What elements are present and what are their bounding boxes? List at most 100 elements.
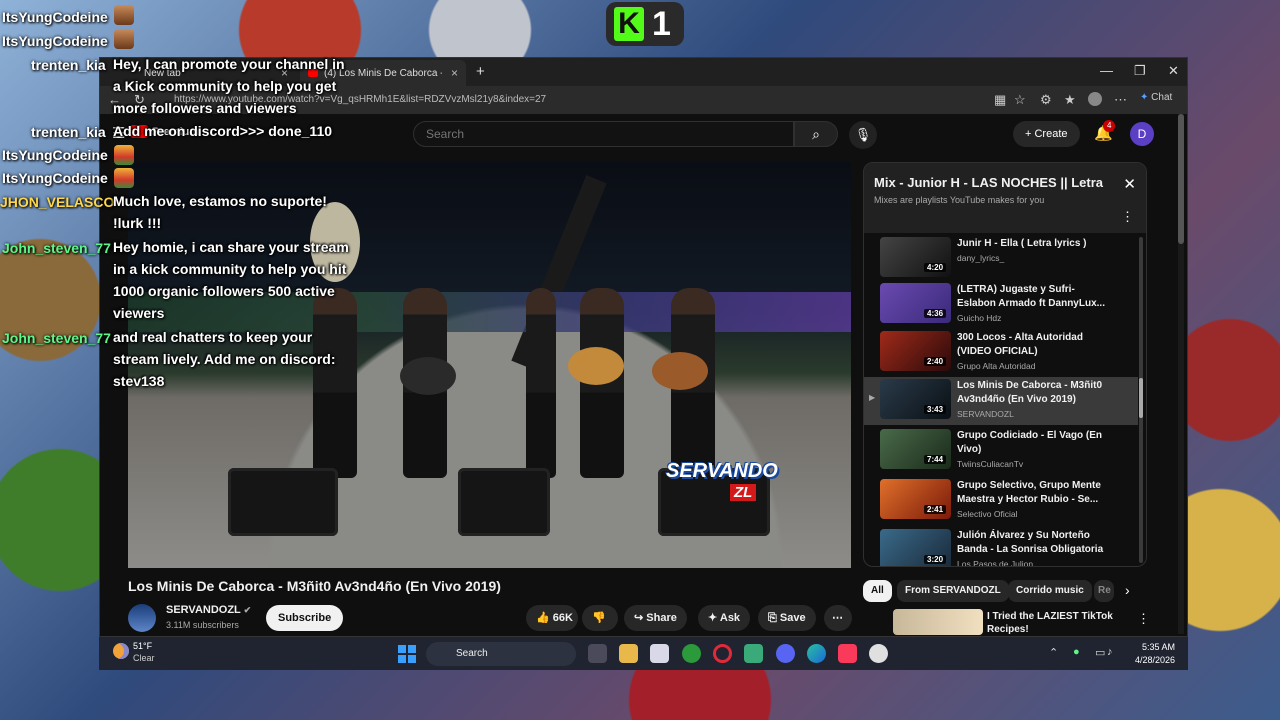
playlist-item[interactable]: 2:41 Grupo Selectivo, Grupo Mente Maestr… [864, 477, 1138, 525]
volume-icon[interactable]: ♪ [1107, 646, 1113, 658]
guitar-shape [568, 347, 624, 385]
music-icon[interactable] [838, 644, 857, 663]
extension-icon[interactable]: ⚙ [1040, 92, 1052, 108]
voice-search-button[interactable]: 🎙 [849, 121, 877, 149]
guitar-shape [400, 357, 456, 395]
playlist-item[interactable]: 3:20 Julión Álvarez y Su Norteño Banda -… [864, 527, 1138, 567]
obs-icon[interactable] [869, 644, 888, 663]
more-actions-button[interactable]: ⋯ [824, 605, 852, 631]
playlist-item[interactable]: 4:36 (LETRA) Jugaste y Sufri- Eslabon Ar… [864, 281, 1138, 329]
more-vertical-icon[interactable]: ⋮ [1137, 611, 1150, 627]
microphone-icon: 🎙 [854, 127, 872, 142]
item-channel: dany_lyrics_ [957, 253, 1005, 263]
duration-badge: 2:41 [924, 505, 947, 514]
more-horizontal-icon: ⋯ [832, 612, 843, 624]
more-icon[interactable]: ⋯ [1114, 92, 1127, 108]
account-avatar[interactable]: D [1130, 122, 1154, 146]
close-icon[interactable]: × [451, 66, 458, 80]
playlist-item[interactable]: 2:40 300 Locos - Alta Autoridad (VIDEO O… [864, 329, 1138, 377]
discord-icon[interactable] [776, 644, 795, 663]
playlist-header: Mix - Junior H - LAS NOCHES || Letra Mix… [864, 163, 1146, 233]
chat-message: a Kick community to help you get [113, 78, 337, 94]
share-button[interactable]: ↪ Share [624, 605, 687, 631]
clock-time[interactable]: 5:35 AM [1125, 642, 1175, 652]
subscribe-button[interactable]: Subscribe [266, 605, 344, 631]
search-box[interactable] [413, 121, 794, 147]
playlist-item-current[interactable]: ▶ 3:43 Los Minis De Caborca - M3ñit0 Av3… [864, 377, 1138, 425]
item-title: Grupo Codiciado - El Vago (En Vivo) [957, 430, 1103, 455]
windows-taskbar: 51°F Clear ⌕ Search ⌃ ● ▭ ♪ 5:35 AM 4/28… [99, 637, 1188, 670]
now-playing-icon: ▶ [869, 393, 876, 402]
like-count: 66K [552, 612, 573, 624]
viewer-count: 1 [652, 4, 671, 43]
edge-icon[interactable] [807, 644, 826, 663]
share-icon: ↪ [634, 612, 644, 624]
chat-username: ItsYungCodeine [2, 170, 108, 186]
chip-truncated[interactable]: Re [1094, 580, 1114, 602]
chat-message: stev138 [113, 373, 165, 389]
item-channel: Guicho Hdz [957, 313, 1002, 323]
taskbar-search[interactable]: Search [426, 642, 576, 666]
dislike-button[interactable]: 👎 [582, 605, 618, 631]
ask-button[interactable]: ✦ Ask [698, 605, 751, 631]
opera-icon[interactable] [713, 644, 732, 663]
playlist-title[interactable]: Mix - Junior H - LAS NOCHES || Letra [874, 175, 1103, 190]
chip-all[interactable]: All [863, 580, 892, 602]
task-view-icon[interactable] [588, 644, 607, 663]
chat-emote-icon [114, 168, 134, 188]
kick-logo-icon: K [614, 7, 644, 41]
maximize-icon[interactable]: ❐ [1134, 63, 1146, 79]
chat-label: Chat [1151, 92, 1173, 103]
chat-avatar [114, 29, 134, 49]
close-icon[interactable]: ✕ [1123, 175, 1136, 193]
file-explorer-icon[interactable] [619, 644, 638, 663]
chip-corrido-music[interactable]: Corrido music [1008, 580, 1092, 602]
new-tab-icon[interactable]: + [476, 63, 485, 80]
search-icon: ⌕ [812, 126, 820, 142]
channel-avatar[interactable] [128, 604, 156, 632]
search-input[interactable] [414, 122, 793, 146]
store-icon[interactable] [650, 644, 669, 663]
more-vertical-icon[interactable]: ⋮ [1121, 209, 1134, 225]
recommended-thumbnail[interactable] [893, 609, 983, 635]
weather-temperature[interactable]: 51°F [133, 641, 152, 651]
playlist-subtitle: Mixes are playlists YouTube makes for yo… [874, 195, 1045, 205]
chat-message: Hey homie, i can share your stream [113, 239, 349, 255]
kick-viewer-badge: K 1 [606, 2, 684, 46]
item-channel: Los Pasos de Julion [957, 559, 1034, 567]
chat-message: viewers [113, 305, 165, 321]
channel-name[interactable]: SERVANDOZL ✔ [166, 604, 251, 616]
clock-date[interactable]: 4/28/2026 [1125, 655, 1175, 665]
apps-icon[interactable]: ▦ [994, 92, 1006, 108]
create-button[interactable]: + Create [1013, 121, 1080, 147]
close-window-icon[interactable]: ✕ [1168, 63, 1179, 79]
search-button[interactable]: ⌕ [794, 121, 838, 147]
favorites-icon[interactable]: ★ [1064, 92, 1076, 108]
chevron-right-icon[interactable]: › [1125, 582, 1130, 598]
duration-badge: 4:20 [924, 263, 947, 272]
like-button[interactable]: 👍 66K [526, 605, 578, 631]
recommended-title[interactable]: I Tried the LAZIEST TikTok Recipes! [987, 610, 1117, 636]
playlist-item[interactable]: 4:20 Junir H - Ella ( Letra lyrics ) dan… [864, 235, 1138, 283]
page-scroll-thumb[interactable] [1178, 114, 1184, 244]
weather-description[interactable]: Clear [133, 653, 155, 663]
network-icon[interactable]: ▭ [1095, 646, 1105, 659]
playlist-scroll-thumb[interactable] [1139, 378, 1143, 418]
chip-from-channel[interactable]: From SERVANDOZL [897, 580, 1009, 602]
profile-icon[interactable] [1088, 92, 1102, 106]
microphone-icon[interactable]: ● [1073, 646, 1080, 658]
item-channel: SERVANDOZL [957, 409, 1014, 419]
copilot-icon: ✦ [1140, 92, 1149, 103]
duration-badge: 7:44 [924, 455, 947, 464]
windows-start-icon[interactable] [398, 645, 416, 663]
chat-message: !lurk !!! [113, 215, 162, 231]
item-title: Grupo Selectivo, Grupo Mente Maestra y H… [957, 480, 1101, 505]
minimize-icon[interactable]: — [1100, 63, 1113, 78]
playlist-item[interactable]: 7:44 Grupo Codiciado - El Vago (En Vivo)… [864, 427, 1138, 475]
app-icon[interactable] [744, 644, 763, 663]
save-button[interactable]: ⎘ Save [758, 605, 816, 631]
chevron-up-icon[interactable]: ⌃ [1049, 646, 1058, 659]
xbox-icon[interactable] [682, 644, 701, 663]
copilot-chat-button[interactable]: ✦ Chat [1140, 92, 1172, 103]
favorite-icon[interactable]: ☆ [1014, 92, 1026, 108]
